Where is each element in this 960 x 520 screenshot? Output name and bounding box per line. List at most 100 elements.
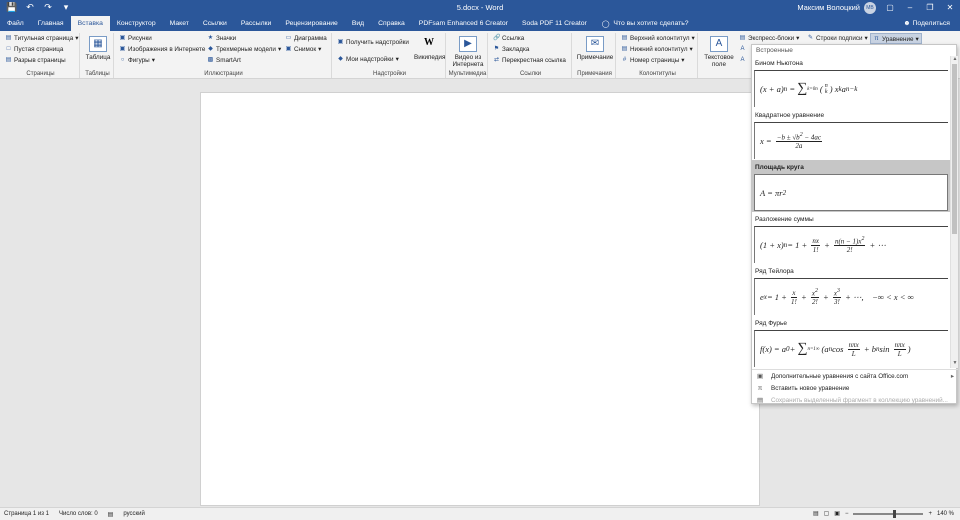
equation-gallery: Бином Ньютона (x + a) n = ∑ k=0 n (n k) xkan… [752,56,950,368]
restore-icon[interactable]: ❐ [920,0,940,16]
my-addins-button[interactable]: ◆ Мои надстройки ▾ [334,54,409,65]
pictures-button[interactable]: ▣ Рисунки [116,33,205,44]
online-pictures-button[interactable]: ▣ Изображения в Интернете [116,44,206,55]
link-button[interactable]: 🔗 Ссылка [490,33,571,44]
gallery-item-quadratic[interactable]: Квадратное уравнение x = −b ± √b2 − 4ac 2… [752,108,950,160]
close-icon[interactable]: ✕ [940,0,960,16]
text-box-button[interactable]: A Текстовое поле [702,36,736,68]
wikipedia-button[interactable]: W Википедия [414,36,445,61]
equation-preview: f(x) = a0 + ∑ n=1 ∞ (a n cos nπx L + bn sin … [754,330,948,367]
tab-file[interactable]: Файл [0,16,31,31]
ribbon-display-options-icon[interactable]: ▢ [880,0,900,16]
word-count[interactable]: Число слов: 0 [59,511,98,517]
bookmark-button[interactable]: ⚑ Закладка [490,44,571,55]
page-count[interactable]: Страница 1 из 1 [4,511,49,517]
gallery-section-header: Встроенные [752,45,948,56]
tab-insert[interactable]: Вставка [70,16,110,31]
zoom-slider[interactable] [853,509,924,518]
scroll-down-icon[interactable]: ▼ [951,360,959,368]
gallery-scrollbar[interactable]: ▲ ▼ [950,56,958,368]
tell-me-search[interactable]: ◯ Что вы хотите сделать? [594,20,689,28]
gallery-actions: ▣ Дополнительные уравнения с сайта Offic… [752,369,958,406]
read-mode-icon[interactable]: ▤ [813,510,819,517]
quick-parts-button[interactable]: ▤ Экспресс-блоки ▾ [736,33,800,44]
tab-layout[interactable]: Макет [163,16,196,31]
picture-icon: ▣ [119,35,126,41]
gallery-item-taylor-series[interactable]: Ряд Тейлора ex = 1 + x 1! + x2 2! + x3 3! +… [752,264,950,316]
online-video-button[interactable]: ▶ Видео из Интернета [450,36,486,68]
minimize-icon[interactable]: – [900,0,920,16]
tab-home[interactable]: Главная [31,16,71,31]
blank-page-button[interactable]: □ Пустая страница [2,44,79,55]
online-picture-icon: ▣ [119,46,126,52]
chevron-down-icon: ▾ [915,36,919,43]
table-button[interactable]: ▦ Таблица [84,36,112,61]
left-margin-area [0,79,200,506]
web-layout-icon[interactable]: ▣ [834,510,840,517]
tab-soda-pdf[interactable]: Soda PDF 11 Creator [515,16,594,31]
page-number-button[interactable]: # Номер страницы ▾ [618,55,697,66]
document-page[interactable] [200,92,760,506]
proofing-icon[interactable]: ▤ [108,511,114,518]
signature-line-button[interactable]: ✎ Строки подписи ▾ [804,33,868,44]
gallery-item-fourier-series[interactable]: Ряд Фурье f(x) = a0 + ∑ n=1 ∞ (a n cos nπx L… [752,316,950,368]
print-layout-icon[interactable]: ▢ [824,510,830,517]
get-addins-button[interactable]: ▣ Получить надстройки [334,37,409,48]
cross-reference-icon: ⇄ [493,57,500,63]
shapes-button[interactable]: ○ Фигуры ▾ [116,55,205,66]
share-button[interactable]: ☻ Поделиться [903,16,950,31]
tab-view[interactable]: Вид [345,16,371,31]
smartart-icon: ▩ [207,57,214,63]
footer-button[interactable]: ▤ Нижний колонтитул ▾ [618,44,697,55]
tab-design[interactable]: Конструктор [110,16,163,31]
icons-button[interactable]: ★ Значки [204,33,281,44]
insert-new-equation-item[interactable]: π Вставить новое уравнение [752,382,958,394]
cover-page-button[interactable]: ▤ Титульная страница ▾ [2,33,79,44]
zoom-out-icon[interactable]: − [845,511,849,517]
page-break-button[interactable]: ▤ Разрыв страницы [2,55,79,66]
cross-reference-button[interactable]: ⇄ Перекрестная ссылка [490,55,571,66]
wordart-icon: A [740,46,745,52]
tab-review[interactable]: Рецензирование [278,16,344,31]
drop-cap-icon: A [740,57,745,63]
comment-button[interactable]: ✉ Примечание [576,36,614,61]
smartart-button[interactable]: ▩ SmartArt [204,55,281,66]
blank-page-icon: □ [6,46,11,52]
equation-button[interactable]: π Уравнение ▾ [870,33,922,44]
group-label-comments: Примечания [577,71,612,77]
wikipedia-icon: W [424,37,434,48]
avatar[interactable]: МВ [864,2,876,14]
gallery-item-circle-area[interactable]: Площадь круга A = πr 2 [752,160,950,212]
language[interactable]: русский [123,511,145,517]
header-button[interactable]: ▤ Верхний колонтитул ▾ [618,33,697,44]
save-gallery-icon: ▤ [757,396,763,404]
video-icon: ▶ [459,36,477,52]
page-number-icon: # [622,57,627,63]
3d-models-button[interactable]: ◆ Трехмерные модели ▾ [204,44,281,55]
header-icon: ▤ [621,35,628,41]
screenshot-button[interactable]: ▣ Снимок ▾ [282,44,327,55]
gallery-item-binomial[interactable]: Бином Ньютона (x + a) n = ∑ k=0 n (n k) xkan… [752,56,950,108]
zoom-slider-knob[interactable] [893,509,897,518]
tab-mailings[interactable]: Рассылки [234,16,279,31]
group-pages: ▤ Титульная страница ▾ □ Пустая страница ▤ Р… [2,33,80,78]
gallery-item-title: Разложение суммы [755,216,814,223]
scroll-up-icon[interactable]: ▲ [951,56,959,64]
tell-me-text: Что вы хотите сделать? [613,19,689,27]
zoom-in-icon[interactable]: + [928,511,932,517]
group-tables: ▦ Таблица Таблицы [82,33,114,78]
tab-pdfsam[interactable]: PDFsam Enhanced 6 Creator [412,16,515,31]
group-label-header-footer: Колонтитулы [639,71,676,77]
scrollbar-thumb[interactable] [952,64,957,234]
chart-button[interactable]: ▭ Диаграмма [282,33,327,44]
equation-preview: x = −b ± √b2 − 4ac 2a [754,122,948,159]
zoom-level[interactable]: 140 % [937,511,954,517]
tab-help[interactable]: Справка [371,16,412,31]
more-equations-office-item[interactable]: ▣ Дополнительные уравнения с сайта Offic… [752,370,958,382]
user-name[interactable]: Максим Волоцкий [797,3,860,12]
tab-references[interactable]: Ссылки [196,16,234,31]
equation-preview: (1 + x) n = 1 + nx 1! + n(n − 1)x2 2! + ⋯ [754,226,948,263]
gallery-item-title: Ряд Фурье [755,320,787,327]
table-icon: ▦ [89,36,107,52]
gallery-item-sum-expansion[interactable]: Разложение суммы (1 + x) n = 1 + nx 1! + n… [752,212,950,264]
